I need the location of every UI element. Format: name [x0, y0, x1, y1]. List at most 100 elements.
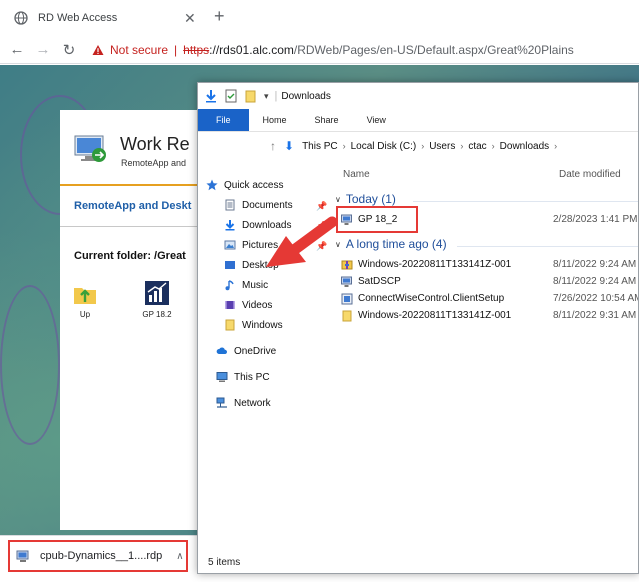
file-date: 8/11/2022 9:24 AM	[553, 259, 637, 270]
chevron-up-icon[interactable]: ∧	[176, 551, 183, 562]
nav-item-onedrive[interactable]: OneDrive	[216, 345, 276, 357]
security-indicator[interactable]: Not secure	[92, 43, 168, 57]
pictures-icon	[224, 240, 236, 250]
nav-item-downloads[interactable]: Downloads	[224, 219, 291, 231]
breadcrumb-this-pc[interactable]: This PC	[302, 141, 338, 152]
file-date: 7/26/2022 10:54 AM	[553, 293, 639, 304]
file-date: 2/28/2023 1:41 PM	[553, 214, 638, 225]
group-divider	[413, 201, 638, 202]
breadcrumb-ctac[interactable]: ctac	[468, 141, 486, 152]
desktop-icon	[225, 261, 235, 269]
forward-arrow-icon[interactable]: →	[34, 41, 52, 58]
ribbon-tab-share[interactable]: Share	[301, 109, 353, 131]
nav-item-music[interactable]: Music	[224, 279, 268, 291]
file-explorer-window: ▾ | Downloads File Home Share View ↑ ⬇ T…	[197, 82, 639, 574]
url-host: ://rds01.alc.com	[209, 42, 294, 57]
column-header-date-modified[interactable]: Date modified	[559, 169, 621, 180]
up-arrow-icon[interactable]: ↑	[270, 139, 276, 153]
rdweb-panel: Work Re RemoteApp and RemoteApp and Desk…	[60, 110, 210, 530]
download-filename: cpub-Dynamics__1....rdp	[40, 550, 163, 562]
properties-icon[interactable]	[224, 89, 238, 103]
rdweb-app-gp[interactable]: GP 18.2	[132, 280, 182, 319]
rdweb-header-divider	[60, 184, 210, 186]
back-arrow-icon[interactable]: ←	[8, 41, 26, 58]
nav-item-videos[interactable]: Videos	[224, 299, 272, 311]
file-name: SatDSCP	[358, 276, 401, 287]
rdweb-title: Work Re	[120, 134, 190, 154]
background-decoration	[0, 285, 60, 445]
ribbon-tab-home[interactable]: Home	[249, 109, 301, 131]
breadcrumb-chevron-icon[interactable]: ›	[421, 141, 424, 151]
close-icon[interactable]: ✕	[184, 10, 196, 27]
download-arrow-icon	[225, 220, 235, 231]
nav-item-label: This PC	[234, 371, 270, 383]
breadcrumb-local-disk[interactable]: Local Disk (C:)	[351, 141, 417, 152]
rdweb-app-label: GP 18.2	[142, 310, 172, 319]
pin-icon[interactable]: 📌	[316, 201, 327, 212]
file-row[interactable]: Windows-20220811T133141Z-001 8/11/2022 9…	[341, 307, 638, 324]
warning-triangle-icon	[92, 44, 104, 55]
browser-tab[interactable]: RD Web Access ✕	[0, 0, 208, 36]
nav-item-pictures[interactable]: Pictures	[224, 239, 278, 251]
cloud-icon	[216, 347, 228, 354]
tab-title: RD Web Access	[38, 12, 118, 24]
title-separator: |	[274, 90, 278, 102]
folder-icon	[225, 319, 235, 331]
breadcrumb-chevron-icon[interactable]: ›	[554, 141, 557, 151]
breadcrumb-users[interactable]: Users	[429, 141, 455, 152]
down-arrow-icon[interactable]: ⬇	[284, 139, 294, 153]
nav-item-this-pc[interactable]: This PC	[216, 371, 270, 383]
chevron-down-icon[interactable]: ∨	[335, 240, 341, 249]
url-scheme: https	[183, 42, 210, 57]
ribbon-divider	[198, 131, 638, 132]
reload-icon[interactable]: ↻	[60, 41, 78, 59]
file-date: 8/11/2022 9:24 AM	[553, 276, 637, 287]
download-item[interactable]: cpub-Dynamics__1....rdp ∧	[16, 542, 184, 570]
group-label: Today (1)	[345, 192, 396, 206]
computer-icon	[216, 372, 228, 382]
ribbon-tab-file[interactable]: File	[198, 109, 249, 131]
nav-item-documents[interactable]: Documents	[224, 199, 293, 211]
nav-item-label: Downloads	[242, 219, 292, 231]
file-row[interactable]: SatDSCP 8/11/2022 9:24 AM	[341, 273, 638, 290]
pin-icon[interactable]: 📌	[316, 241, 327, 252]
url-input[interactable]: https://rds01.alc.com/RDWeb/Pages/en-US/…	[183, 43, 574, 57]
group-divider	[457, 246, 638, 247]
group-header-long-time-ago[interactable]: ∨ A long time ago (4)	[335, 237, 447, 251]
quick-access-dropdown-icon[interactable]: ▾	[264, 91, 269, 102]
nav-item-windows-folder[interactable]: Windows	[224, 319, 283, 331]
remote-desktop-logo-icon	[74, 135, 106, 162]
file-row[interactable]: ConnectWiseControl.ClientSetup 7/26/2022…	[341, 290, 639, 307]
nav-item-network[interactable]: Network	[216, 397, 271, 409]
rdweb-nav-remoteapp[interactable]: RemoteApp and Deskt	[74, 200, 191, 212]
group-header-today[interactable]: ∨ Today (1)	[335, 192, 396, 206]
file-row[interactable]: Windows-20220811T133141Z-001 8/11/2022 9…	[341, 256, 638, 273]
nav-item-label: Pictures	[242, 239, 279, 251]
breadcrumb-chevron-icon[interactable]: ›	[460, 141, 463, 151]
ribbon-tab-view[interactable]: View	[353, 109, 400, 131]
nav-item-label: Quick access	[224, 179, 284, 191]
chevron-down-icon[interactable]: ∨	[335, 195, 341, 204]
ribbon-tabs: File Home Share View	[198, 109, 638, 131]
file-name: Windows-20220811T133141Z-001	[358, 259, 512, 270]
zip-archive-icon	[341, 260, 353, 269]
pin-icon[interactable]: 📌	[316, 221, 327, 232]
folder-icon	[342, 310, 352, 321]
file-name: ConnectWiseControl.ClientSetup	[358, 293, 505, 304]
nav-item-label: Documents	[242, 199, 293, 211]
column-header-name[interactable]: Name	[343, 169, 370, 180]
folder-up-icon	[74, 288, 96, 304]
download-arrow-icon	[206, 90, 216, 103]
nav-item-quick-access[interactable]: Quick access	[206, 179, 283, 191]
rdweb-divider	[60, 226, 210, 227]
explorer-title-bar: ▾ | Downloads	[198, 83, 638, 109]
nav-item-desktop[interactable]: Desktop	[224, 259, 279, 271]
breadcrumb-chevron-icon[interactable]: ›	[492, 141, 495, 151]
breadcrumb-downloads[interactable]: Downloads	[500, 141, 549, 152]
new-folder-icon[interactable]	[244, 89, 258, 103]
breadcrumb-chevron-icon[interactable]: ›	[343, 141, 346, 151]
new-tab-plus-icon[interactable]: +	[214, 6, 225, 27]
address-separator: |	[174, 42, 178, 57]
rdweb-app-up[interactable]: Up	[60, 280, 110, 319]
star-icon	[206, 179, 218, 191]
